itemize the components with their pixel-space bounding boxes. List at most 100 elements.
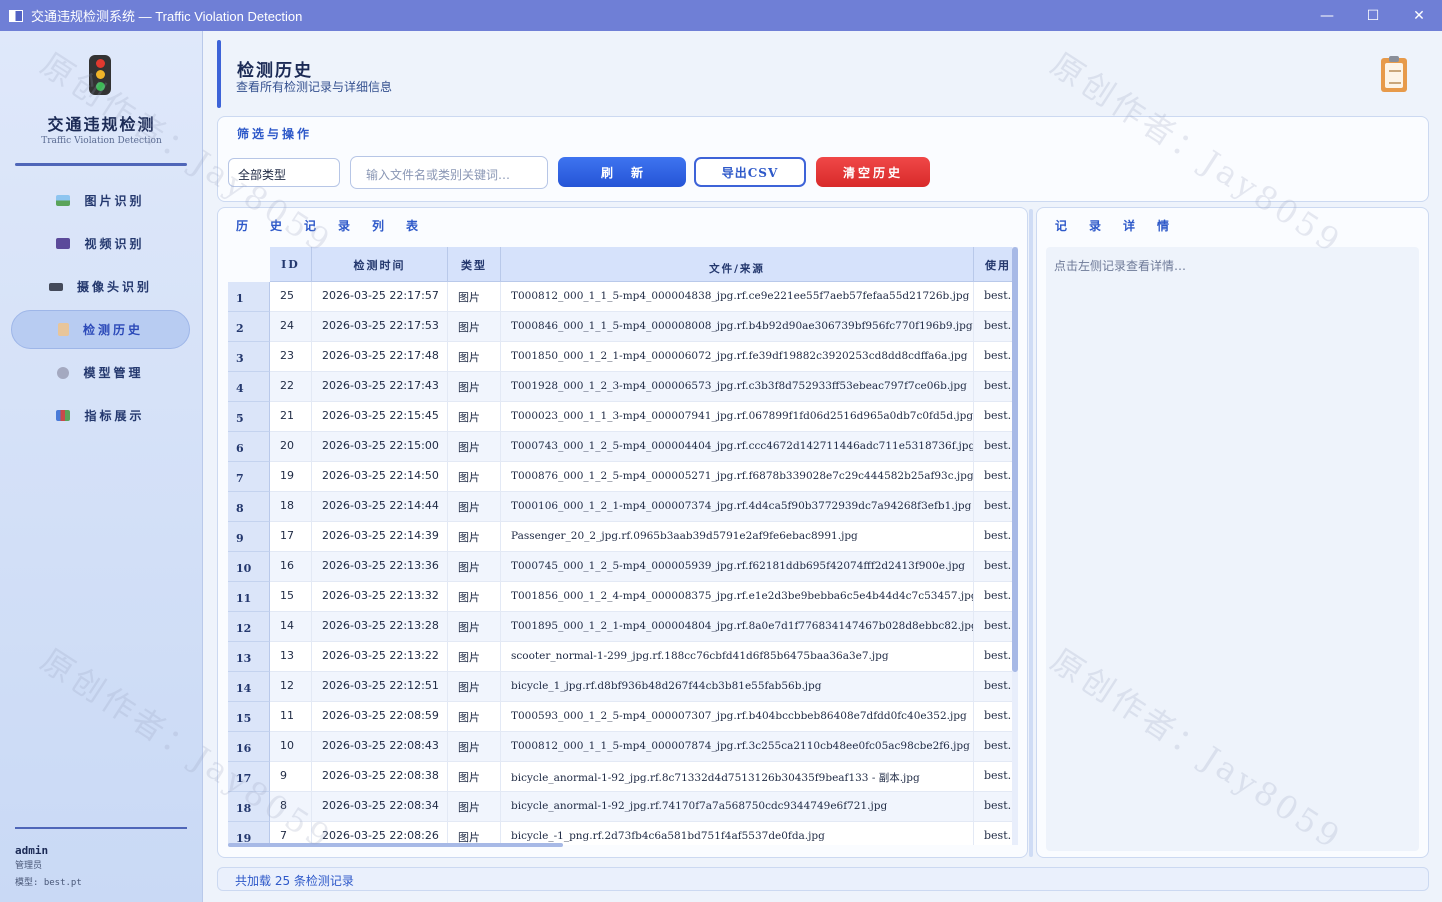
table-row[interactable]: 12 14 2026-03-25 22:13:28 图片 T001895_000_1_2… <box>228 612 1013 642</box>
maximize-button[interactable]: ☐ <box>1350 0 1396 31</box>
column-header-file[interactable]: 文件/来源 <box>501 247 974 282</box>
cell-file: T001850_000_1_2_1-mp4_000006072_jpg.rf.f… <box>501 342 974 372</box>
panel-splitter[interactable] <box>1029 209 1033 857</box>
type-select[interactable]: 全部类型 <box>228 158 340 187</box>
cell-file: bicycle_anormal-1-92_jpg.rf.74170f7a7a56… <box>501 792 974 822</box>
cell-file: T000743_000_1_2_5-mp4_000004404_jpg.rf.c… <box>501 432 974 462</box>
status-bar: 共加载 25 条检测记录 <box>217 867 1429 891</box>
vertical-scrollbar[interactable] <box>1012 247 1018 845</box>
filter-panel: 筛选与操作 全部类型 输入文件名或类别关键词… 刷新 导出CSV 清空历史 <box>217 116 1429 202</box>
header-accent-bar <box>217 40 221 108</box>
cell-file: bicycle_anormal-1-92_jpg.rf.8c71332d4d75… <box>501 762 974 792</box>
cell-type: 图片 <box>448 762 501 792</box>
table-row[interactable]: 11 15 2026-03-25 22:13:32 图片 T001856_000_1_2… <box>228 582 1013 612</box>
sidebar-item-image-recognition[interactable]: 图片识别 <box>11 181 190 220</box>
minimize-button[interactable]: — <box>1304 0 1350 31</box>
table-row[interactable]: 4 22 2026-03-25 22:17:43 图片 T001928_000_1_2_… <box>228 372 1013 402</box>
cell-id: 13 <box>270 642 312 672</box>
row-number: 14 <box>228 672 270 702</box>
scrollbar-thumb[interactable] <box>228 843 563 847</box>
cell-id: 8 <box>270 792 312 822</box>
cell-model: best. <box>974 402 1013 432</box>
table-row[interactable]: 1 25 2026-03-25 22:17:57 图片 T000812_000_1_1_… <box>228 282 1013 312</box>
cell-model: best. <box>974 282 1013 312</box>
cell-type: 图片 <box>448 642 501 672</box>
cell-model: best. <box>974 792 1013 822</box>
cell-type: 图片 <box>448 492 501 522</box>
close-button[interactable]: ✕ <box>1396 0 1442 31</box>
cell-id: 14 <box>270 612 312 642</box>
cell-model: best. <box>974 372 1013 402</box>
brand-subtitle: Traffic Violation Detection <box>41 136 162 146</box>
search-input[interactable]: 输入文件名或类别关键词… <box>350 156 548 189</box>
gear-icon <box>57 366 70 379</box>
table-row[interactable]: 3 23 2026-03-25 22:17:48 图片 T001850_000_1_2_… <box>228 342 1013 372</box>
cell-id: 10 <box>270 732 312 762</box>
clear-history-button[interactable]: 清空历史 <box>816 157 930 187</box>
column-header-time[interactable]: 检测时间 <box>312 247 448 282</box>
sidebar-item-label: 指标展示 <box>84 409 145 423</box>
sidebar-item-camera-recognition[interactable]: 摄像头识别 <box>11 267 190 306</box>
sidebar-item-video-recognition[interactable]: 视频识别 <box>11 224 190 263</box>
table-row[interactable]: 8 18 2026-03-25 22:14:44 图片 T000106_000_1_2_… <box>228 492 1013 522</box>
cell-file: T001928_000_1_2_3-mp4_000006573_jpg.rf.c… <box>501 372 974 402</box>
table-row[interactable]: 17 9 2026-03-25 22:08:38 图片 bicycle_anormal-… <box>228 762 1013 792</box>
cell-time: 2026-03-25 22:13:36 <box>312 552 448 582</box>
cell-id: 9 <box>270 762 312 792</box>
film-icon <box>56 238 71 249</box>
cell-id: 12 <box>270 672 312 702</box>
cell-time: 2026-03-25 22:17:57 <box>312 282 448 312</box>
page-header: 检测历史 查看所有检测记录与详细信息 <box>217 40 1429 108</box>
sidebar-item-history[interactable]: 检测历史 <box>11 310 190 349</box>
cell-type: 图片 <box>448 402 501 432</box>
filter-section-title: 筛选与操作 <box>237 127 313 141</box>
window-titlebar: 交通违规检测系统 — Traffic Violation Detection —… <box>0 0 1442 31</box>
row-number: 9 <box>228 522 270 552</box>
scrollbar-thumb[interactable] <box>1012 247 1018 672</box>
cell-file: T000876_000_1_2_5-mp4_000005271_jpg.rf.f… <box>501 462 974 492</box>
table-row[interactable]: 5 21 2026-03-25 22:15:45 图片 T000023_000_1_1_… <box>228 402 1013 432</box>
sidebar-item-label: 检测历史 <box>82 323 143 337</box>
column-header-id[interactable]: ID <box>270 247 312 282</box>
cell-model: best. <box>974 432 1013 462</box>
cell-file: Passenger_20_2_jpg.rf.0965b3aab39d5791e2… <box>501 522 974 552</box>
cell-model: best. <box>974 672 1013 702</box>
horizontal-scrollbar[interactable] <box>228 843 1013 848</box>
export-csv-button[interactable]: 导出CSV <box>694 157 806 187</box>
table-row[interactable]: 2 24 2026-03-25 22:17:53 图片 T000846_000_1_1_… <box>228 312 1013 342</box>
table-row[interactable]: 13 13 2026-03-25 22:13:22 图片 scooter_normal-… <box>228 642 1013 672</box>
cell-model: best. <box>974 612 1013 642</box>
user-name: admin <box>15 844 49 857</box>
sidebar-item-metrics[interactable]: 指标展示 <box>11 396 190 435</box>
cell-time: 2026-03-25 22:13:28 <box>312 612 448 642</box>
image-icon <box>56 195 71 206</box>
table-row[interactable]: 19 7 2026-03-25 22:08:26 图片 bicycle_-1_png.r… <box>228 822 1013 845</box>
row-number: 19 <box>228 822 270 845</box>
cell-id: 23 <box>270 342 312 372</box>
cell-time: 2026-03-25 22:17:53 <box>312 312 448 342</box>
table-row[interactable]: 10 16 2026-03-25 22:13:36 图片 T000745_000_1_2… <box>228 552 1013 582</box>
table-row[interactable]: 9 17 2026-03-25 22:14:39 图片 Passenger_20_2_j… <box>228 522 1013 552</box>
table-row[interactable]: 14 12 2026-03-25 22:12:51 图片 bicycle_1_jpg.r… <box>228 672 1013 702</box>
cell-model: best. <box>974 522 1013 552</box>
cell-id: 18 <box>270 492 312 522</box>
history-list-panel: 历史记录列表 ID 检测时间 类型 文件/来源 使用 1 25 2026-03-25… <box>217 207 1028 858</box>
cell-model: best. <box>974 342 1013 372</box>
column-header-model[interactable]: 使用 <box>974 247 1013 282</box>
table-row[interactable]: 6 20 2026-03-25 22:15:00 图片 T000743_000_1_2_… <box>228 432 1013 462</box>
row-number: 4 <box>228 372 270 402</box>
cell-id: 20 <box>270 432 312 462</box>
row-number: 16 <box>228 732 270 762</box>
sidebar-item-model-management[interactable]: 模型管理 <box>11 353 190 392</box>
column-header-type[interactable]: 类型 <box>448 247 501 282</box>
table-row[interactable]: 16 10 2026-03-25 22:08:43 图片 T000812_000_1_1… <box>228 732 1013 762</box>
cell-file: T001895_000_1_2_1-mp4_000004804_jpg.rf.8… <box>501 612 974 642</box>
traffic-light-icon <box>89 55 111 95</box>
table-row[interactable]: 7 19 2026-03-25 22:14:50 图片 T000876_000_1_2_… <box>228 462 1013 492</box>
table-row[interactable]: 18 8 2026-03-25 22:08:34 图片 bicycle_anormal-… <box>228 792 1013 822</box>
refresh-button[interactable]: 刷新 <box>558 157 686 187</box>
row-number: 1 <box>228 282 270 312</box>
table-row[interactable]: 15 11 2026-03-25 22:08:59 图片 T000593_000_1_2… <box>228 702 1013 732</box>
cell-time: 2026-03-25 22:08:59 <box>312 702 448 732</box>
row-number: 17 <box>228 762 270 792</box>
